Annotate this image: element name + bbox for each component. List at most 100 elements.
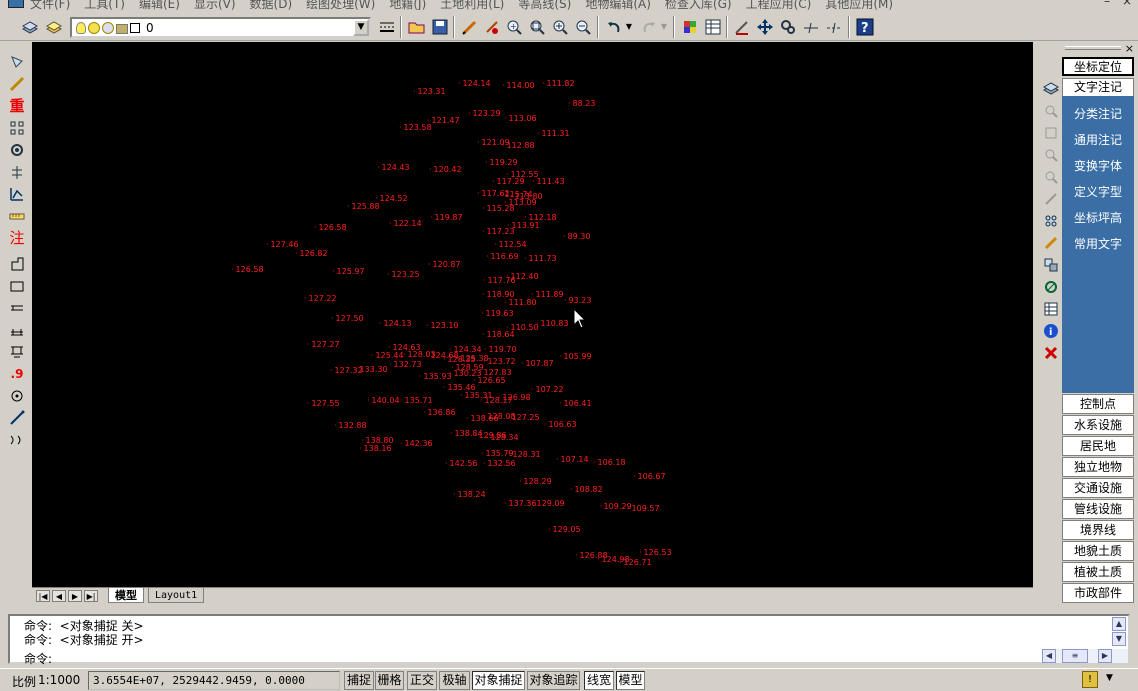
next-tab-icon[interactable]: ▶ bbox=[68, 590, 82, 602]
survey-point-label[interactable]: 119.63 bbox=[481, 310, 514, 318]
survey-point-label[interactable]: 107.87 bbox=[521, 360, 554, 368]
survey-point-label[interactable]: 123.31 bbox=[413, 88, 446, 96]
category-independent-features[interactable]: 独立地物 bbox=[1062, 457, 1134, 477]
search-dim-icon[interactable] bbox=[1042, 146, 1060, 164]
heavy-text-icon[interactable]: 重 bbox=[6, 96, 28, 116]
status-toggle[interactable]: 正交 bbox=[407, 671, 437, 690]
scroll-thumb[interactable]: ≡ bbox=[1062, 649, 1088, 663]
survey-point-label[interactable]: 128.29 bbox=[519, 478, 552, 486]
scale-value[interactable]: 1:1000 bbox=[38, 673, 80, 687]
survey-point-label[interactable]: 126.53 bbox=[639, 549, 672, 557]
edit-pen-icon[interactable] bbox=[481, 16, 503, 38]
survey-point-label[interactable]: 140.04 bbox=[367, 397, 400, 405]
select-dim-icon[interactable] bbox=[1042, 124, 1060, 142]
status-toggle[interactable]: 极轴 bbox=[439, 671, 470, 690]
menu-item[interactable]: 绘图处理(W) bbox=[306, 0, 375, 10]
table-icon[interactable] bbox=[1042, 300, 1060, 318]
scroll-down-icon[interactable]: ▼ bbox=[1112, 632, 1126, 646]
survey-point-label[interactable]: 116.69 bbox=[486, 253, 519, 261]
category-landform-soil[interactable]: 地貌土质 bbox=[1062, 541, 1134, 561]
category-residential[interactable]: 居民地 bbox=[1062, 436, 1134, 456]
survey-point-label[interactable]: 128.34 bbox=[486, 434, 519, 442]
survey-point-label[interactable]: 127.25 bbox=[507, 414, 540, 422]
category-pipeline-facilities[interactable]: 管线设施 bbox=[1062, 499, 1134, 519]
survey-point-label[interactable]: 119.70 bbox=[484, 346, 517, 354]
panel-grip[interactable] bbox=[1065, 46, 1121, 50]
close-icon[interactable]: × bbox=[1120, 0, 1134, 8]
slope-line-icon[interactable] bbox=[6, 408, 28, 428]
change-font-item[interactable]: 变换字体 bbox=[1062, 156, 1134, 176]
menu-item[interactable]: 其他应用(M) bbox=[825, 0, 893, 10]
last-tab-icon[interactable]: ▶| bbox=[84, 590, 98, 602]
menu-item[interactable]: 地籍(J) bbox=[389, 0, 426, 10]
text-annotation-button[interactable]: 文字注记 bbox=[1062, 78, 1134, 97]
survey-point-label[interactable]: 123.58 bbox=[399, 124, 432, 132]
redo-icon[interactable] bbox=[638, 16, 660, 38]
survey-point-label[interactable]: 135.71 bbox=[400, 397, 433, 405]
survey-point-label[interactable]: 120.42 bbox=[429, 166, 462, 174]
survey-point-label[interactable]: 125.44 bbox=[371, 352, 404, 360]
sign-icon[interactable] bbox=[6, 342, 28, 362]
curve-icon[interactable] bbox=[6, 430, 28, 450]
point-number-icon[interactable]: .9 bbox=[6, 364, 28, 384]
survey-point-label[interactable]: 111.31 bbox=[537, 130, 570, 138]
zoom-in-icon[interactable] bbox=[549, 16, 571, 38]
edit-dim-icon[interactable] bbox=[1042, 190, 1060, 208]
tab-layout1[interactable]: Layout1 bbox=[148, 588, 205, 603]
minimize-icon[interactable]: – bbox=[1100, 0, 1114, 8]
category-control-points[interactable]: 控制点 bbox=[1062, 394, 1134, 414]
link-arrow-icon[interactable] bbox=[1042, 278, 1060, 296]
ruler-icon[interactable] bbox=[6, 206, 28, 226]
survey-point-label[interactable]: 123.25 bbox=[387, 271, 420, 279]
survey-point-label[interactable]: 127.22 bbox=[304, 295, 337, 303]
app-icon[interactable] bbox=[8, 0, 24, 8]
survey-point-label[interactable]: 128.31 bbox=[508, 451, 541, 459]
survey-point-label[interactable]: 109.57 bbox=[627, 505, 660, 513]
survey-point-label[interactable]: 138.16 bbox=[359, 445, 392, 453]
common-text-item[interactable]: 常用文字 bbox=[1062, 234, 1134, 254]
survey-point-label[interactable]: 115.28 bbox=[482, 205, 515, 213]
delete-icon[interactable] bbox=[1042, 344, 1060, 362]
survey-point-label[interactable]: 126.58 bbox=[314, 224, 347, 232]
survey-point-label[interactable]: 126.82 bbox=[295, 250, 328, 258]
zoom-previous-icon[interactable] bbox=[572, 16, 594, 38]
trim-line-icon[interactable] bbox=[823, 16, 845, 38]
linetype-icon[interactable] bbox=[376, 16, 398, 38]
help-icon[interactable]: ? bbox=[854, 16, 876, 38]
survey-point-label[interactable]: 112.88 bbox=[502, 142, 535, 150]
pencil-color-icon[interactable] bbox=[1042, 234, 1060, 252]
menu-item[interactable]: 文件(F) bbox=[30, 0, 70, 10]
category-municipal-parts[interactable]: 市政部件 bbox=[1062, 583, 1134, 603]
open-folder-icon[interactable] bbox=[406, 16, 428, 38]
double-lines-icon[interactable] bbox=[6, 320, 28, 340]
chevron-down-icon[interactable]: ▼ bbox=[353, 19, 369, 36]
prev-tab-icon[interactable]: ◀ bbox=[52, 590, 66, 602]
survey-point-label[interactable]: 142.36 bbox=[400, 440, 433, 448]
survey-point-label[interactable]: 111.43 bbox=[532, 178, 565, 186]
status-toggle[interactable]: 模型 bbox=[616, 671, 645, 690]
circle-dot-icon[interactable] bbox=[6, 386, 28, 406]
undo-icon[interactable] bbox=[603, 16, 625, 38]
survey-point-label[interactable]: 123.72 bbox=[483, 358, 516, 366]
survey-point-label[interactable]: 129.09 bbox=[532, 500, 565, 508]
square-corner-icon[interactable] bbox=[6, 254, 28, 274]
menu-item[interactable]: 数据(D) bbox=[250, 0, 293, 10]
survey-point-label[interactable]: 124.43 bbox=[377, 164, 410, 172]
survey-point-label[interactable]: 120.87 bbox=[428, 261, 461, 269]
dots-icon[interactable] bbox=[1042, 212, 1060, 230]
survey-point-label[interactable]: 117.76 bbox=[483, 277, 516, 285]
save-icon[interactable] bbox=[429, 16, 451, 38]
status-toggle[interactable]: 捕捉 bbox=[344, 671, 374, 690]
menu-item[interactable]: 显示(V) bbox=[194, 0, 236, 10]
menu-item[interactable]: 工程应用(C) bbox=[746, 0, 812, 10]
survey-point-label[interactable]: 117.23 bbox=[482, 228, 515, 236]
zoom-dim-icon[interactable] bbox=[1042, 102, 1060, 120]
category-annotation-item[interactable]: 分类注记 bbox=[1062, 104, 1134, 124]
menu-item[interactable]: 工具(T) bbox=[84, 0, 125, 10]
survey-point-label[interactable]: 111.80 bbox=[504, 299, 537, 307]
survey-point-label[interactable]: 112.54 bbox=[494, 241, 527, 249]
pencil-line-icon[interactable] bbox=[6, 74, 28, 94]
survey-point-label[interactable]: 110.83 bbox=[536, 320, 569, 328]
survey-point-label[interactable]: 127.27 bbox=[307, 341, 340, 349]
layer-stack-icon[interactable] bbox=[1042, 80, 1060, 98]
